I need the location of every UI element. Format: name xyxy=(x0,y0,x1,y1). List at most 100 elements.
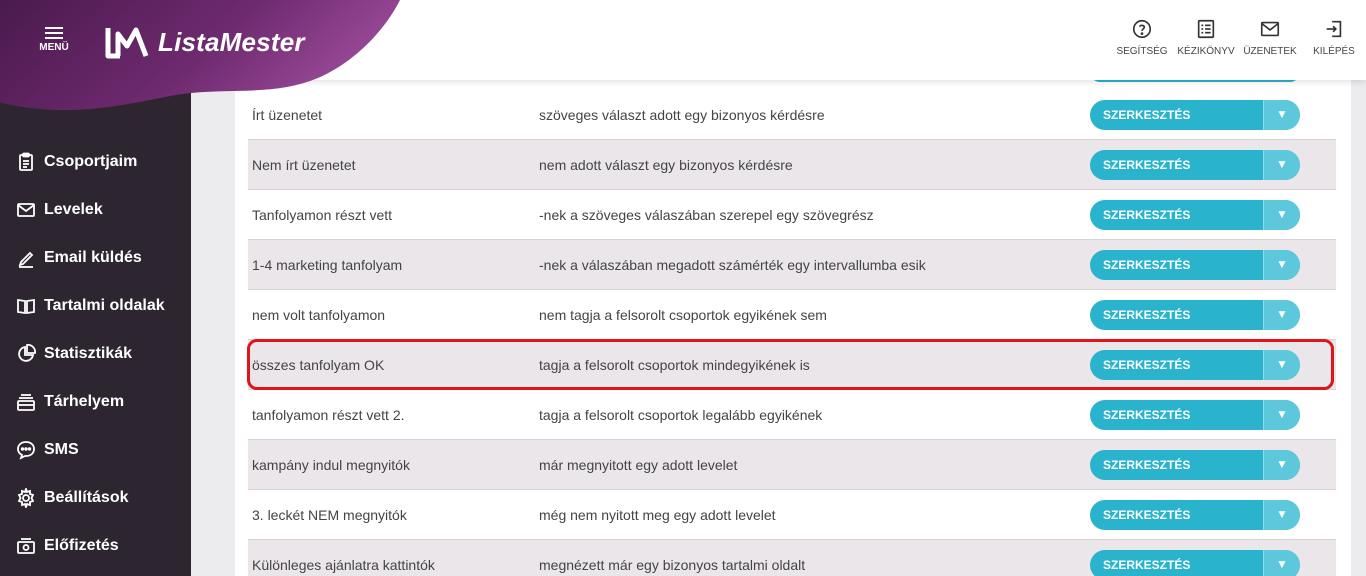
sidebar-item-label: Tárhelyem xyxy=(44,393,125,410)
segment-description: nem adott választ egy bizonyos kérdésre xyxy=(539,156,793,173)
sidebar-item-sms[interactable]: SMS xyxy=(0,426,191,474)
edit-button[interactable]: SZERKESZTÉS xyxy=(1090,250,1263,280)
dropdown-caret-icon[interactable]: ▼ xyxy=(1263,150,1300,180)
mail-icon xyxy=(1259,21,1281,44)
dropdown-caret-icon[interactable]: ▼ xyxy=(1263,200,1300,230)
storage-icon xyxy=(16,392,36,412)
edit-button[interactable]: SZERKESZTÉS xyxy=(1090,150,1263,180)
table-row: összes tanfolyam OK tagja a felsorolt cso… xyxy=(248,340,1336,390)
table-row: Tanfolyamon részt vett -nek a szöveges vá… xyxy=(248,190,1336,240)
dropdown-caret-icon[interactable]: ▼ xyxy=(1263,500,1300,530)
sidebar-item-email-kuldes[interactable]: Email küldés xyxy=(0,234,191,282)
sidebar-item-tarhelyem[interactable]: Tárhelyem xyxy=(0,378,191,426)
messages-label: ÜZENETEK xyxy=(1243,46,1297,57)
clipboard-icon xyxy=(16,152,36,172)
segment-name: kampány indul megnyitók xyxy=(252,456,410,473)
edit-button[interactable]: SZERKESZTÉS xyxy=(1090,100,1263,130)
edit-button[interactable]: SZERKESZTÉS xyxy=(1090,350,1263,380)
edit-button[interactable]: SZERKESZTÉS xyxy=(1090,500,1263,530)
segment-description: már megnyitott egy adott levelet xyxy=(539,456,738,473)
dropdown-caret-icon[interactable]: ▼ xyxy=(1263,350,1300,380)
edit-button[interactable]: SZERKESZTÉS xyxy=(1090,300,1263,330)
edit-split-button: SZERKESZTÉS ▼ xyxy=(1090,300,1300,330)
sidebar-item-label: Statisztikák xyxy=(44,345,133,362)
segment-name: Nem írt üzenetet xyxy=(252,156,356,173)
segment-name: Különleges ajánlatra kattintók xyxy=(252,556,435,573)
segment-name: nem volt tanfolyamon xyxy=(252,306,386,323)
edit-button[interactable]: SZERKESZTÉS xyxy=(1090,450,1263,480)
segment-description: szöveges választ adott egy bizonyos kérd… xyxy=(539,106,825,123)
sidebar-item-elofizetes[interactable]: Előfizetés xyxy=(0,522,191,570)
sidebar-nav: Csoportjaim Levelek Email küldés Tartalm… xyxy=(0,138,191,570)
help-icon xyxy=(1131,19,1153,44)
main-content: Írt üzenetet szöveges választ adott egy b… xyxy=(235,80,1351,576)
edit-button[interactable]: SZERKESZTÉS xyxy=(1090,400,1263,430)
table-row: tanfolyamon részt vett 2. tagja a felsoro… xyxy=(248,390,1336,440)
previous-row-button-edge xyxy=(1090,80,1300,82)
help-label: SEGÍTSÉG xyxy=(1116,46,1168,57)
subscription-icon xyxy=(16,536,36,556)
segment-name: összes tanfolyam OK xyxy=(252,356,385,373)
logout-button[interactable]: KILÉPÉS xyxy=(1302,18,1366,57)
sidebar-item-statisztikak[interactable]: Statisztikák xyxy=(0,330,191,378)
table-row: 3. leckét NEM megnyitók még nem nyitott m… xyxy=(248,490,1336,540)
app-logo[interactable]: ListaMester xyxy=(104,24,305,60)
segment-description: nem tagja a felsorolt csoportok egyikéne… xyxy=(539,306,827,323)
edit-split-button: SZERKESZTÉS ▼ xyxy=(1090,100,1300,130)
pen-icon xyxy=(16,248,36,268)
messages-button[interactable]: ÜZENETEK xyxy=(1238,18,1302,57)
dropdown-caret-icon[interactable]: ▼ xyxy=(1263,400,1300,430)
edit-split-button: SZERKESZTÉS ▼ xyxy=(1090,500,1300,530)
envelope-icon xyxy=(16,200,36,220)
help-button[interactable]: SEGÍTSÉG xyxy=(1110,18,1174,57)
sidebar-item-label: Tartalmi oldalak xyxy=(44,297,165,314)
app-name: ListaMester xyxy=(158,26,305,57)
segment-name: 1-4 marketing tanfolyam xyxy=(252,256,403,273)
dropdown-caret-icon[interactable]: ▼ xyxy=(1263,550,1300,576)
manual-icon xyxy=(1195,19,1217,44)
edit-button[interactable]: SZERKESZTÉS xyxy=(1090,200,1263,230)
pie-chart-icon xyxy=(16,344,36,364)
table-row: Nem írt üzenetet nem adott választ egy bi… xyxy=(248,140,1336,190)
segment-description: -nek a válaszában megadott számérték egy… xyxy=(539,256,926,273)
sidebar-item-label: Előfizetés xyxy=(44,537,119,554)
menu-label: MENÜ xyxy=(39,42,69,53)
manual-button[interactable]: KÉZIKÖNYV xyxy=(1174,18,1238,57)
gear-icon xyxy=(16,488,36,508)
edit-split-button: SZERKESZTÉS ▼ xyxy=(1090,450,1300,480)
dropdown-caret-icon[interactable]: ▼ xyxy=(1263,100,1300,130)
logo-mark-icon xyxy=(105,27,149,59)
edit-button[interactable]: SZERKESZTÉS xyxy=(1090,550,1263,576)
sidebar-item-label: Levelek xyxy=(44,201,103,218)
segment-name: 3. leckét NEM megnyitók xyxy=(252,506,407,523)
sidebar-item-label: Email küldés xyxy=(44,249,142,266)
sidebar-item-csoportjaim[interactable]: Csoportjaim xyxy=(0,138,191,186)
segment-name: Tanfolyamon részt vett xyxy=(252,206,393,223)
segment-description: megnézett már egy bizonyos tartalmi olda… xyxy=(539,556,806,573)
segment-description: tagja a felsorolt csoportok legalább egy… xyxy=(539,406,823,423)
logout-label: KILÉPÉS xyxy=(1313,46,1355,57)
segment-description: még nem nyitott meg egy adott levelet xyxy=(539,506,776,523)
edit-split-button: SZERKESZTÉS ▼ xyxy=(1090,250,1300,280)
manual-label: KÉZIKÖNYV xyxy=(1177,46,1235,57)
segment-description: tagja a felsorolt csoportok mindegyikéne… xyxy=(539,356,810,373)
table-row: kampány indul megnyitók már megnyitott eg… xyxy=(248,440,1336,490)
table-row: Különleges ajánlatra kattintók megnézett … xyxy=(248,540,1336,576)
sidebar-item-beallitasok[interactable]: Beállítások xyxy=(0,474,191,522)
edit-split-button: SZERKESZTÉS ▼ xyxy=(1090,550,1300,576)
book-icon xyxy=(16,296,36,316)
sidebar-item-tartalmi-oldalak[interactable]: Tartalmi oldalak xyxy=(0,282,191,330)
edit-split-button: SZERKESZTÉS ▼ xyxy=(1090,400,1300,430)
dropdown-caret-icon[interactable]: ▼ xyxy=(1263,450,1300,480)
dropdown-caret-icon[interactable]: ▼ xyxy=(1263,300,1300,330)
hamburger-icon xyxy=(30,27,78,39)
sidebar-item-label: Beállítások xyxy=(44,489,129,506)
sidebar-item-label: Csoportjaim xyxy=(44,153,138,170)
dropdown-caret-icon[interactable]: ▼ xyxy=(1263,250,1300,280)
segment-name: tanfolyamon részt vett 2. xyxy=(252,406,405,423)
sidebar-item-label: SMS xyxy=(44,441,79,458)
edit-split-button: SZERKESZTÉS ▼ xyxy=(1090,200,1300,230)
table-row: nem volt tanfolyamon nem tagja a felsorol… xyxy=(248,290,1336,340)
sidebar-item-levelek[interactable]: Levelek xyxy=(0,186,191,234)
menu-button[interactable]: MENÜ xyxy=(30,24,78,53)
